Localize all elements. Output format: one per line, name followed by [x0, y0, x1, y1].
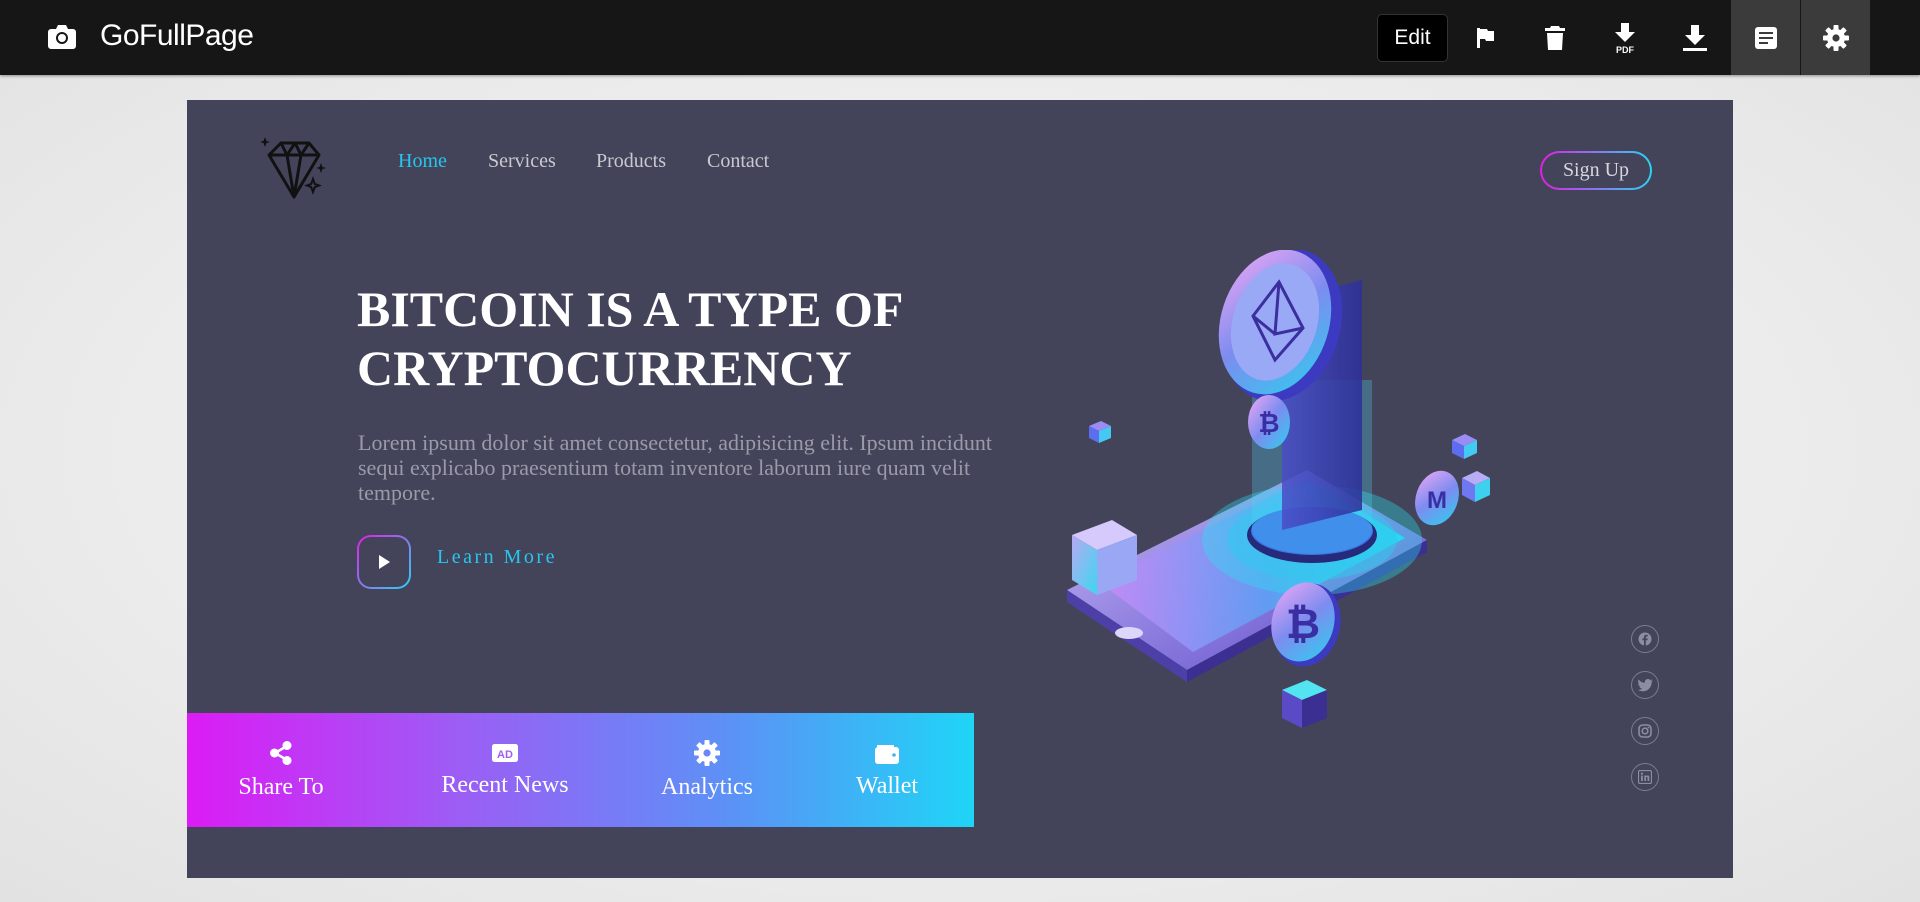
download-pdf-button[interactable]: PDF — [1590, 0, 1659, 75]
download-button[interactable] — [1660, 0, 1729, 75]
wallet-item[interactable]: Wallet — [837, 713, 937, 827]
recent-news-item[interactable]: AD Recent News — [417, 713, 593, 827]
svg-text:₿: ₿ — [1286, 600, 1320, 647]
share-to-label: Share To — [238, 773, 324, 800]
ad-icon: AD — [492, 743, 518, 762]
svg-text:M: M — [1427, 487, 1447, 514]
facebook-icon — [1638, 632, 1652, 646]
linkedin-icon — [1638, 770, 1652, 784]
download-pdf-icon: PDF — [1614, 22, 1635, 54]
analytics-item[interactable]: Analytics — [647, 713, 767, 827]
captured-page: Home Services Products Contact Sign Up B… — [187, 100, 1733, 878]
facebook-link[interactable] — [1631, 625, 1659, 653]
gofullpage-toolbar: GoFullPage Edit PDF — [0, 0, 1920, 75]
linkedin-link[interactable] — [1631, 763, 1659, 791]
play-icon — [379, 555, 390, 569]
document-icon — [1754, 26, 1777, 49]
svg-text:₿: ₿ — [1258, 408, 1279, 438]
settings-button[interactable] — [1801, 0, 1870, 75]
wallet-label: Wallet — [855, 772, 919, 799]
nav-home[interactable]: Home — [398, 150, 447, 173]
nav-products[interactable]: Products — [596, 150, 666, 173]
flag-button[interactable] — [1450, 0, 1519, 75]
feature-bar: Share To AD Recent News Analytics Wallet — [187, 713, 974, 827]
gear-icon — [1822, 24, 1849, 51]
gear-icon — [694, 739, 720, 766]
download-icon — [1682, 24, 1707, 51]
flag-icon — [1476, 27, 1494, 48]
twitter-icon — [1637, 678, 1653, 691]
hero-headline: BITCOIN IS A TYPE OF CRYPTOCURRENCY — [357, 281, 902, 396]
instagram-link[interactable] — [1631, 717, 1659, 745]
wallet-icon — [875, 744, 899, 764]
share-icon — [270, 740, 292, 765]
sign-up-button[interactable]: Sign Up — [1540, 151, 1652, 190]
edit-button[interactable]: Edit — [1377, 14, 1448, 62]
analytics-label: Analytics — [661, 773, 753, 800]
twitter-link[interactable] — [1631, 671, 1659, 699]
learn-more-link[interactable]: Learn More — [437, 546, 557, 569]
trash-icon — [1544, 25, 1565, 50]
diamond-logo-icon — [260, 137, 326, 199]
play-button[interactable] — [357, 535, 411, 589]
recent-news-label: Recent News — [441, 771, 569, 798]
pdf-label: PDF — [1616, 45, 1635, 54]
hero-description: Lorem ipsum dolor sit amet consectetur, … — [358, 430, 992, 505]
share-to-item[interactable]: Share To — [222, 713, 340, 827]
delete-button[interactable] — [1520, 0, 1589, 75]
sign-up-label: Sign Up — [1542, 153, 1650, 188]
svg-text:AD: AD — [497, 749, 513, 761]
camera-icon — [48, 25, 76, 49]
crypto-phone-illustration: ₿ M ₿ — [1067, 250, 1490, 728]
nav-services[interactable]: Services — [488, 150, 556, 173]
instagram-icon — [1638, 724, 1652, 738]
document-button[interactable] — [1731, 0, 1800, 75]
nav-contact[interactable]: Contact — [707, 150, 769, 173]
app-title: GoFullPage — [100, 19, 254, 52]
